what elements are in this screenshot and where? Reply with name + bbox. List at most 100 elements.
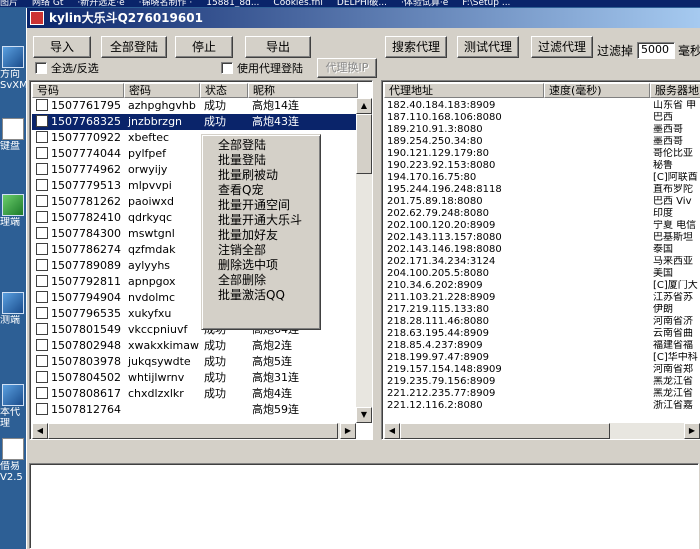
account-row[interactable]: 1507802948 xwakxkimaw 成功 高炮2连 (32, 338, 358, 354)
taskbar-item[interactable]: ·新开选定·e (77, 0, 124, 7)
accounts-hscroll-thumb[interactable] (48, 423, 338, 439)
context-menu-item[interactable]: 批量刷被动 (204, 168, 318, 183)
context-menu-item[interactable]: 全部删除 (204, 273, 318, 288)
stop-button[interactable]: 停止 (175, 36, 233, 58)
col-speed[interactable]: 速度(毫秒) (544, 83, 650, 98)
desktop-shortcut[interactable]: 借易 V2.5 (0, 438, 26, 483)
row-checkbox[interactable] (36, 259, 48, 271)
row-checkbox[interactable] (36, 403, 48, 415)
desktop-shortcut[interactable]: 本代理 (0, 384, 26, 429)
filter-ms-input[interactable]: 5000 (637, 42, 675, 59)
login-all-button[interactable]: 全部登陆 (101, 36, 167, 58)
col-nickname[interactable]: 昵称 (248, 83, 358, 98)
proxy-row[interactable]: 218.28.111.46:8080 河南省济 (384, 316, 700, 328)
taskbar-item[interactable]: 15881_8d... (206, 0, 259, 7)
import-button[interactable]: 导入 (33, 36, 91, 58)
taskbar-item[interactable]: Cookies.fnl (273, 0, 322, 7)
proxy-scroll-right-arrow-icon[interactable]: ▶ (684, 423, 700, 439)
proxy-row[interactable]: 201.75.89.18:8080 巴西 Viv (384, 196, 700, 208)
test-proxy-button[interactable]: 测试代理 (457, 36, 519, 58)
account-row[interactable]: 1507768325 jnzbbrzgn 成功 高炮43连 (32, 114, 358, 130)
row-checkbox[interactable] (36, 307, 48, 319)
proxy-hscroll[interactable]: ◀ ▶ (384, 423, 700, 439)
proxy-list[interactable]: 代理地址 速度(毫秒) 服务器地 182.40.184.183:8909 山东省 … (381, 80, 700, 440)
context-menu-item[interactable]: 批量开通空间 (204, 198, 318, 213)
title-bar[interactable]: kylin大乐斗Q276019601 (27, 8, 700, 28)
row-checkbox[interactable] (36, 211, 48, 223)
accounts-vscroll[interactable]: ▲ ▼ (356, 98, 372, 423)
col-password[interactable]: 密码 (124, 83, 200, 98)
col-status[interactable]: 状态 (200, 83, 248, 98)
row-checkbox[interactable] (36, 291, 48, 303)
proxy-row[interactable]: 218.85.4.237:8909 福建省福 (384, 340, 700, 352)
account-row[interactable]: 1507808617 chxdlzxlkr 成功 高炮4连 (32, 386, 358, 402)
context-menu-item[interactable]: 删除选中项 (204, 258, 318, 273)
row-checkbox[interactable] (36, 275, 48, 287)
proxy-row[interactable]: 211.103.21.228:8909 江苏省苏 (384, 292, 700, 304)
row-checkbox[interactable] (36, 387, 48, 399)
taskbar-item[interactable]: ·体验试算·e (401, 0, 448, 7)
row-checkbox[interactable] (36, 195, 48, 207)
proxy-row[interactable]: 189.254.250.34:80 墨西哥 (384, 136, 700, 148)
taskbar-item[interactable]: 图片 (0, 0, 18, 7)
proxy-row[interactable]: 217.219.115.133:80 伊朗 (384, 304, 700, 316)
proxy-scroll-left-arrow-icon[interactable]: ◀ (384, 423, 400, 439)
proxy-row[interactable]: 202.143.113.157:8080 巴基斯坦 (384, 232, 700, 244)
context-menu-item[interactable]: 批量加好友 (204, 228, 318, 243)
use-proxy-checkbox[interactable]: 使用代理登陆 (221, 62, 303, 75)
row-checkbox[interactable] (36, 131, 48, 143)
proxy-row[interactable]: 202.62.79.248:8080 印度 (384, 208, 700, 220)
row-checkbox[interactable] (36, 339, 48, 351)
proxy-row[interactable]: 221.12.116.2:8080 浙江省嘉 (384, 400, 700, 412)
proxy-row[interactable]: 194.170.16.75:80 [C]阿联酋 (384, 172, 700, 184)
proxy-row[interactable]: 219.157.154.148:8909 河南省郑 (384, 364, 700, 376)
scroll-left-arrow-icon[interactable]: ◀ (32, 423, 48, 439)
row-checkbox[interactable] (36, 99, 48, 111)
proxy-row[interactable]: 204.100.205.5:8080 美国 (384, 268, 700, 280)
row-checkbox[interactable] (36, 147, 48, 159)
row-checkbox[interactable] (36, 179, 48, 191)
row-checkbox[interactable] (36, 323, 48, 335)
proxy-row[interactable]: 190.121.129.179:80 哥伦比亚 (384, 148, 700, 160)
row-checkbox[interactable] (36, 243, 48, 255)
taskbar-item[interactable]: F:\Setup ... (462, 0, 510, 7)
taskbar-item[interactable]: ·锦晓名制作 · (139, 0, 193, 7)
row-checkbox[interactable] (36, 227, 48, 239)
select-all-box[interactable] (35, 62, 47, 74)
accounts-vscroll-thumb[interactable] (356, 114, 372, 174)
proxy-row[interactable]: 189.210.91.3:8080 墨西哥 (384, 124, 700, 136)
account-row[interactable]: 1507803978 jukqsywdte 成功 高炮5连 (32, 354, 358, 370)
proxy-swap-ip-button[interactable]: 代理换IP (317, 58, 377, 78)
taskbar-item[interactable]: 网络 Gt (32, 0, 63, 7)
context-menu-item[interactable]: 查看Q宠 (204, 183, 318, 198)
log-area[interactable] (29, 463, 699, 549)
account-row[interactable]: 1507812764 高炮59连 (32, 402, 358, 418)
context-menu-item[interactable]: 批量激活QQ (204, 288, 318, 303)
col-qq[interactable]: 号码 (32, 83, 124, 98)
accounts-hscroll[interactable]: ◀ ▶ (32, 423, 356, 439)
proxy-row[interactable]: 219.235.79.156:8909 黑龙江省 (384, 376, 700, 388)
col-proxy-address[interactable]: 代理地址 (384, 83, 544, 98)
context-menu-item[interactable]: 注销全部 (204, 243, 318, 258)
use-proxy-box[interactable] (221, 62, 233, 74)
account-row[interactable]: 1507804502 whtijlwrnv 成功 高炮31连 (32, 370, 358, 386)
desktop-shortcut[interactable]: 方向 SvXM (0, 46, 26, 91)
desktop-shortcut[interactable]: 测端 (0, 292, 26, 326)
taskbar-item[interactable]: DELPHI破... (337, 0, 387, 7)
proxy-row[interactable]: 182.40.184.183:8909 山东省 申 (384, 100, 700, 112)
splitter[interactable] (27, 445, 700, 461)
proxy-row[interactable]: 221.212.235.77:8909 黑龙江省 (384, 388, 700, 400)
account-row[interactable]: 1507761795 azhpghgvhb 成功 高炮14连 (32, 98, 358, 114)
desktop-shortcut[interactable]: 键盘 (0, 118, 26, 152)
row-checkbox[interactable] (36, 163, 48, 175)
scroll-down-arrow-icon[interactable]: ▼ (356, 407, 372, 423)
search-proxy-button[interactable]: 搜索代理 (385, 36, 447, 58)
filter-proxy-button[interactable]: 过滤代理 (531, 36, 593, 58)
proxy-row[interactable]: 190.223.92.153:8080 秘鲁 (384, 160, 700, 172)
context-menu-item[interactable]: 全部登陆 (204, 138, 318, 153)
proxy-row[interactable]: 210.34.6.202:8909 [C]厦门大 (384, 280, 700, 292)
proxy-row[interactable]: 187.110.168.106:8080 巴西 (384, 112, 700, 124)
proxy-row[interactable]: 218.199.97.47:8909 [C]华中科 (384, 352, 700, 364)
proxy-row[interactable]: 218.63.195.44:8909 云南省曲 (384, 328, 700, 340)
scroll-up-arrow-icon[interactable]: ▲ (356, 98, 372, 114)
